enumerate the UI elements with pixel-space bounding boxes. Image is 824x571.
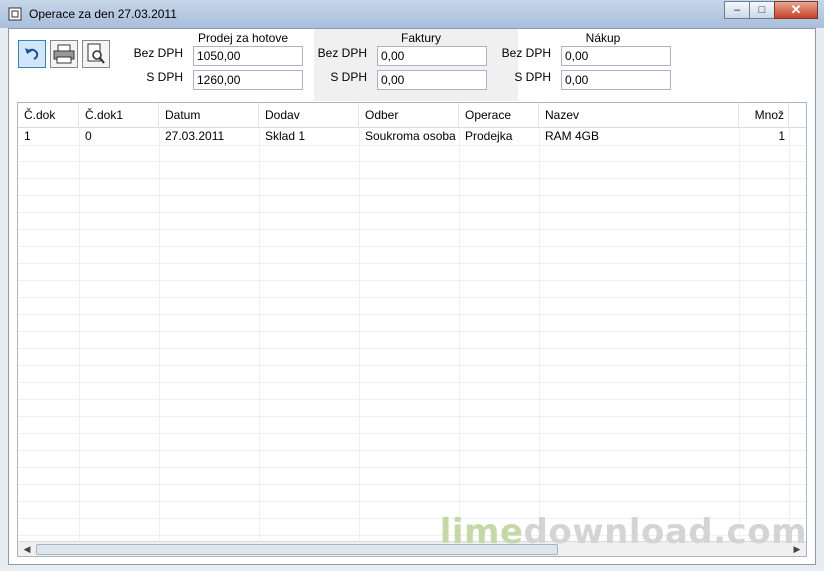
print-button[interactable] [50, 40, 78, 68]
scroll-left-icon[interactable]: ◀ [20, 543, 34, 555]
col-header-datum[interactable]: Datum [159, 103, 259, 127]
col-header-odber[interactable]: Odber [359, 103, 459, 127]
empty-table-row [18, 365, 806, 383]
empty-table-row [18, 433, 806, 451]
col-divider [359, 127, 360, 542]
empty-table-row [18, 382, 806, 400]
prodej-s-field[interactable]: 1260,00 [193, 70, 303, 90]
nakup-bez-label: Bez DPH [501, 46, 551, 60]
prodej-bez-label: Bez DPH [133, 46, 183, 60]
empty-table-row [18, 416, 806, 434]
empty-table-row [18, 195, 806, 213]
empty-table-row [18, 212, 806, 230]
col-divider [459, 127, 460, 542]
col-header-cdok1[interactable]: Č.dok1 [79, 103, 159, 127]
empty-table-row [18, 399, 806, 417]
col-header-nazev[interactable]: Nazev [539, 103, 739, 127]
watermark-part1: lime [439, 512, 524, 552]
title-bar[interactable]: Operace za den 27.03.2011 ‒ □ ✕ [0, 0, 824, 28]
minimize-icon: ‒ [733, 4, 741, 16]
client-area: Prodej za hotove Bez DPH 1050,00 S DPH 1… [8, 28, 816, 565]
cell-mnoz: 1 [778, 129, 785, 143]
operations-table[interactable]: Č.dok Č.dok1 Datum Dodav Odber Operace N… [17, 102, 807, 557]
prodej-title: Prodej za hotove [197, 31, 289, 45]
col-divider [539, 127, 540, 542]
empty-table-row [18, 348, 806, 366]
col-divider [739, 127, 740, 542]
col-header-dodav[interactable]: Dodav [259, 103, 359, 127]
col-divider [79, 127, 80, 542]
prodej-s-label: S DPH [146, 70, 183, 84]
undo-button[interactable] [18, 40, 46, 68]
faktury-bez-label: Bez DPH [317, 46, 367, 60]
empty-table-row [18, 161, 806, 179]
empty-table-row [18, 484, 806, 502]
empty-table-row [18, 314, 806, 332]
col-divider [789, 127, 790, 542]
print-preview-button[interactable] [82, 40, 110, 68]
print-preview-icon [87, 43, 105, 64]
prodej-bez-field[interactable]: 1050,00 [193, 46, 303, 66]
empty-table-row [18, 450, 806, 468]
empty-table-row [18, 246, 806, 264]
empty-table-row [18, 229, 806, 247]
printer-icon [53, 44, 75, 64]
maximize-icon: □ [758, 4, 766, 16]
empty-table-row [18, 263, 806, 281]
minimize-button[interactable]: ‒ [724, 1, 750, 19]
cell-nazev: RAM 4GB [545, 129, 600, 143]
faktury-s-label: S DPH [330, 70, 367, 84]
faktury-title: Faktury [400, 31, 441, 45]
maximize-button[interactable]: □ [749, 1, 775, 19]
empty-table-row [18, 297, 806, 315]
empty-table-row [18, 280, 806, 298]
col-divider [259, 127, 260, 542]
table-header: Č.dok Č.dok1 Datum Dodav Odber Operace N… [18, 103, 806, 128]
watermark-part2: download.com [523, 512, 807, 552]
col-header-operace[interactable]: Operace [459, 103, 539, 127]
empty-table-row [18, 467, 806, 485]
watermark-logo: limedownload.com [440, 512, 807, 552]
nakup-s-field[interactable]: 0,00 [561, 70, 671, 90]
app-icon [8, 7, 22, 21]
nakup-title: Nákup [585, 31, 621, 45]
summary-panel: Prodej za hotove Bez DPH 1050,00 S DPH 1… [9, 29, 815, 101]
empty-table-row [18, 331, 806, 349]
cell-cdok: 1 [24, 129, 31, 143]
cell-dodav: Sklad 1 [265, 129, 306, 143]
cell-operace: Prodejka [465, 129, 513, 143]
window: Operace za den 27.03.2011 ‒ □ ✕ Prodej z… [0, 0, 824, 571]
empty-table-row [18, 144, 806, 162]
nakup-bez-field[interactable]: 0,00 [561, 46, 671, 66]
empty-table-row [18, 178, 806, 196]
col-divider [159, 127, 160, 542]
faktury-bez-field[interactable]: 0,00 [377, 46, 487, 66]
col-header-mnoz[interactable]: Množ [739, 103, 789, 127]
col-header-cdok[interactable]: Č.dok [18, 103, 79, 127]
nakup-s-label: S DPH [514, 70, 551, 84]
close-button[interactable]: ✕ [774, 1, 818, 19]
close-icon: ✕ [790, 2, 802, 17]
faktury-s-field[interactable]: 0,00 [377, 70, 487, 90]
cell-datum: 27.03.2011 [165, 129, 225, 143]
cell-odber: Soukroma osoba [365, 129, 456, 143]
window-title: Operace za den 27.03.2011 [29, 7, 177, 21]
cell-cdok1: 0 [85, 129, 92, 143]
undo-icon [25, 48, 39, 60]
